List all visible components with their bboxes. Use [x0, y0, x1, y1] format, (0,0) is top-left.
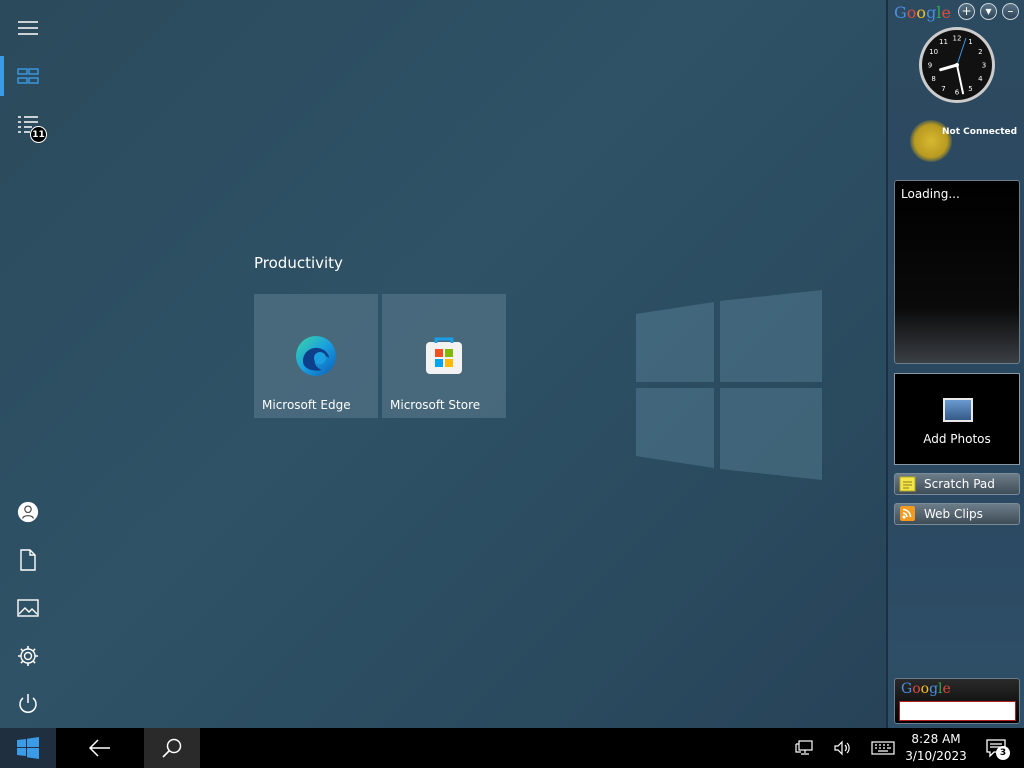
clock-numeral: 7 — [941, 85, 945, 93]
clock-numeral: 12 — [953, 35, 962, 43]
settings-button[interactable] — [0, 632, 56, 680]
pinned-tiles-button[interactable] — [0, 52, 56, 100]
google-desktop-sidebar: Google + ▾ – 1 2 3 4 5 6 7 8 9 10 11 12 Not Connect… — [886, 0, 1024, 728]
google-search-gadget: Google — [894, 678, 1020, 724]
taskbar-clock[interactable]: 8:28 AM 3/10/2023 — [900, 731, 972, 765]
tiles-view-icon — [17, 68, 39, 84]
google-logo-text: Google — [894, 3, 951, 22]
keyboard-icon — [871, 741, 895, 755]
start-button[interactable] — [0, 728, 56, 768]
sidebar-menu-button[interactable]: ▾ — [980, 3, 997, 20]
hamburger-icon — [18, 21, 38, 35]
news-gadget[interactable]: Loading... — [894, 180, 1020, 364]
taskbar: 8:28 AM 3/10/2023 3 — [0, 728, 1024, 768]
touch-keyboard-button[interactable] — [868, 728, 898, 768]
start-menu-rail: 11 — [0, 0, 56, 728]
search-icon — [162, 738, 182, 758]
notification-count-badge: 3 — [996, 746, 1010, 760]
clock-numeral: 11 — [939, 38, 948, 46]
power-icon — [19, 694, 37, 713]
edge-icon — [296, 336, 336, 376]
back-button[interactable] — [72, 728, 128, 768]
add-photos-label: Add Photos — [923, 432, 991, 446]
minimize-sidebar-button[interactable]: – — [1002, 3, 1019, 20]
network-tray-button[interactable] — [790, 728, 818, 768]
microsoft-edge-tile[interactable]: Microsoft Edge — [254, 294, 378, 418]
windows-logo-watermark — [636, 290, 822, 480]
clock-numeral: 6 — [955, 89, 960, 97]
analog-clock-gadget[interactable]: 1234567891011 12 — [918, 26, 996, 104]
search-button[interactable] — [144, 728, 200, 768]
clock-numeral: 9 — [928, 62, 932, 70]
taskbar-time: 8:28 AM — [911, 732, 961, 746]
web-clips-label: Web Clips — [924, 507, 983, 521]
photo-frame-icon — [943, 398, 973, 422]
clock-numeral: 8 — [931, 75, 935, 83]
network-icon — [795, 740, 813, 755]
taskbar-date: 3/10/2023 — [905, 749, 967, 763]
clock-numeral: 5 — [968, 85, 972, 93]
clock-numeral: 4 — [978, 75, 983, 83]
web-clips-gadget[interactable]: Web Clips — [894, 503, 1020, 525]
clock-numeral: 2 — [978, 48, 982, 56]
account-button[interactable] — [0, 488, 56, 536]
photos-gadget[interactable]: Add Photos — [894, 373, 1020, 465]
windows-logo-icon — [17, 737, 39, 759]
weather-status: Not Connected — [942, 127, 1018, 137]
picture-icon — [17, 599, 39, 617]
clock-numeral: 1 — [968, 38, 972, 46]
google-search-input[interactable] — [899, 701, 1016, 721]
rss-icon — [900, 506, 915, 521]
gear-icon — [18, 646, 38, 666]
volume-tray-button[interactable] — [828, 728, 856, 768]
speaker-icon — [834, 740, 850, 756]
google-search-logo: Google — [901, 681, 951, 697]
tile-label-edge: Microsoft Edge — [262, 398, 351, 412]
pictures-button[interactable] — [0, 584, 56, 632]
tile-group-title: Productivity — [254, 254, 343, 272]
all-apps-button[interactable]: 11 — [0, 100, 56, 148]
google-logo: Google — [894, 3, 951, 22]
document-icon — [20, 549, 36, 571]
expand-menu-button[interactable] — [0, 4, 56, 52]
user-avatar-icon — [17, 501, 39, 523]
power-button[interactable] — [0, 680, 56, 728]
documents-button[interactable] — [0, 536, 56, 584]
scratch-pad-label: Scratch Pad — [924, 477, 995, 491]
add-gadget-button[interactable]: + — [958, 3, 975, 20]
store-icon — [426, 337, 462, 374]
clock-numeral: 3 — [982, 62, 986, 70]
action-center-button[interactable]: 3 — [980, 728, 1012, 768]
clock-numeral: 10 — [929, 48, 938, 56]
apps-count-badge: 11 — [30, 126, 47, 143]
scratch-pad-gadget[interactable]: Scratch Pad — [894, 473, 1020, 495]
back-arrow-icon — [88, 739, 110, 757]
news-loading-text: Loading... — [901, 187, 960, 201]
microsoft-store-tile[interactable]: Microsoft Store — [382, 294, 506, 418]
note-icon — [899, 476, 916, 492]
tile-label-store: Microsoft Store — [390, 398, 481, 412]
